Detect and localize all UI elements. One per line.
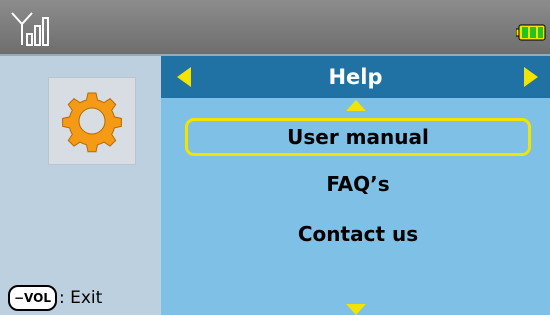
settings-tile	[48, 77, 136, 165]
menu-title-bar: Help	[161, 56, 550, 98]
help-menu-panel: Help User manual FAQ’s Contact us	[161, 56, 550, 315]
menu-item-faqs[interactable]: FAQ’s	[185, 165, 531, 203]
signal-strength-icon	[11, 12, 49, 46]
menu-item-user-manual[interactable]: User manual	[185, 118, 531, 156]
vol-down-key-icon: −VOL	[8, 285, 57, 311]
scroll-down-arrow-icon[interactable]	[346, 304, 366, 315]
sidebar: −VOL : Exit	[0, 56, 161, 315]
scroll-up-arrow-icon[interactable]	[346, 100, 366, 111]
exit-label: : Exit	[58, 288, 103, 308]
page-title: Help	[328, 65, 383, 89]
battery-icon	[516, 24, 546, 41]
previous-menu-arrow-icon[interactable]	[177, 67, 191, 87]
status-bar	[0, 0, 550, 56]
next-menu-arrow-icon[interactable]	[524, 67, 538, 87]
menu-item-contact-us[interactable]: Contact us	[185, 215, 531, 253]
exit-hint: −VOL : Exit	[8, 283, 102, 313]
gear-icon	[62, 92, 122, 153]
